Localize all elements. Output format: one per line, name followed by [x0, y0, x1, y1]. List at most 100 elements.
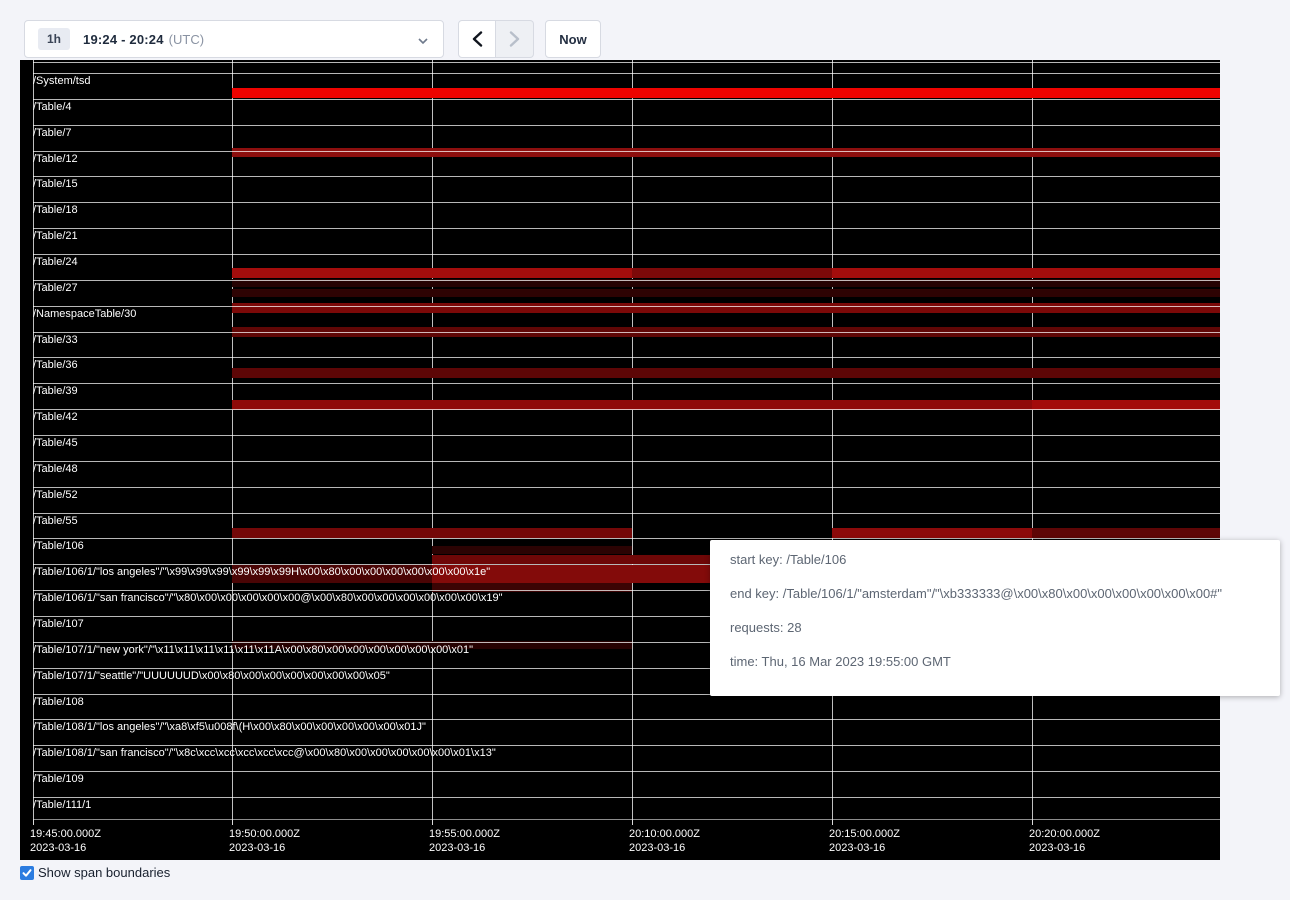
row-label: /Table/109	[33, 774, 84, 785]
axis-tick-mark	[832, 820, 833, 825]
span-boundary-line	[33, 332, 1220, 333]
heat-band[interactable]	[232, 148, 1220, 157]
show-span-boundaries-control: Show span boundaries	[20, 866, 170, 880]
span-boundary-line	[33, 99, 1220, 100]
chevron-left-icon	[472, 31, 483, 47]
axis-tick-label: 20:10:00.000Z2023-03-16	[629, 827, 700, 855]
span-boundary-line	[33, 745, 1220, 746]
row-label: /Table/12	[33, 154, 78, 165]
show-span-boundaries-checkbox[interactable]	[20, 866, 34, 880]
span-boundary-line	[33, 409, 1220, 410]
now-button[interactable]: Now	[545, 20, 601, 58]
heat-band[interactable]	[232, 528, 632, 538]
row-label: /Table/106	[33, 541, 84, 552]
row-label: /Table/55	[33, 516, 78, 527]
chevron-right-icon	[509, 31, 520, 47]
axis-tick-time: 19:50:00.000Z	[229, 827, 300, 841]
heat-band[interactable]	[232, 268, 632, 278]
time-grid-line	[432, 60, 433, 820]
duration-badge: 1h	[38, 28, 70, 50]
time-range-select[interactable]: 1h 19:24 - 20:24 (UTC)	[24, 20, 444, 58]
tooltip-start-key: start key: /Table/106	[730, 553, 1270, 567]
time-grid-line	[1032, 60, 1033, 820]
span-tooltip: start key: /Table/106 end key: /Table/10…	[710, 540, 1280, 696]
span-boundary-line	[33, 771, 1220, 772]
axis-tick-label: 20:20:00.000Z2023-03-16	[1029, 827, 1100, 855]
range-nav-group	[458, 20, 534, 58]
axis-tick-label: 20:15:00.000Z2023-03-16	[829, 827, 900, 855]
row-label: /NamespaceTable/30	[33, 309, 136, 320]
time-range-text: 19:24 - 20:24	[83, 32, 164, 47]
row-label: /Table/42	[33, 412, 78, 423]
heat-band[interactable]	[232, 88, 1220, 98]
span-boundary-line	[33, 254, 1220, 255]
span-boundary-line	[33, 125, 1220, 126]
time-grid-line	[832, 60, 833, 820]
prev-range-button[interactable]	[458, 20, 496, 58]
check-icon	[22, 868, 32, 878]
tooltip-end-key: end key: /Table/106/1/"amsterdam"/"\xb33…	[730, 587, 1270, 601]
heat-band[interactable]	[232, 289, 1220, 297]
heat-band[interactable]	[632, 268, 832, 278]
axis-tick-date: 2023-03-16	[629, 841, 700, 855]
heat-band[interactable]	[832, 268, 1220, 278]
span-boundary-line	[33, 435, 1220, 436]
axis-tick-date: 2023-03-16	[829, 841, 900, 855]
axis-tick-time: 19:45:00.000Z	[30, 827, 101, 841]
span-boundary-line	[33, 228, 1220, 229]
axis-tick-mark	[232, 820, 233, 825]
time-axis: 19:45:00.000Z2023-03-1619:50:00.000Z2023…	[20, 820, 1220, 860]
heat-band[interactable]	[232, 368, 1220, 378]
span-boundary-line	[33, 202, 1220, 203]
heat-band[interactable]	[832, 528, 1032, 538]
axis-tick-label: 19:45:00.000Z2023-03-16	[30, 827, 101, 855]
row-label: /Table/107	[33, 619, 84, 630]
row-label: /Table/108/1/"los angeles"/"\xa8\xf5\u00…	[33, 722, 426, 733]
row-label: /Table/45	[33, 438, 78, 449]
axis-tick-time: 20:20:00.000Z	[1029, 827, 1100, 841]
row-label: /Table/52	[33, 490, 78, 501]
row-label: /Table/106/1/"san francisco"/"\x80\x00\x…	[33, 593, 503, 604]
timezone-text: (UTC)	[169, 32, 204, 47]
axis-tick-mark	[1032, 820, 1033, 825]
span-boundary-line	[33, 383, 1220, 384]
row-label: /Table/106/1/"los angeles"/"\x99\x99\x99…	[33, 567, 490, 578]
axis-tick-time: 20:10:00.000Z	[629, 827, 700, 841]
row-label: /Table/39	[33, 386, 78, 397]
row-label: /Table/107/1/"seattle"/"UUUUUUD\x00\x80\…	[33, 671, 390, 682]
row-label: /Table/18	[33, 205, 78, 216]
row-label: /Table/4	[33, 102, 72, 113]
span-boundary-line	[33, 73, 1220, 74]
axis-tick-date: 2023-03-16	[429, 841, 500, 855]
heat-band[interactable]	[232, 303, 1220, 313]
row-label: /Table/7	[33, 128, 72, 139]
axis-tick-time: 19:55:00.000Z	[429, 827, 500, 841]
axis-tick-date: 2023-03-16	[229, 841, 300, 855]
next-range-button[interactable]	[496, 20, 534, 58]
time-grid-line	[232, 60, 233, 820]
axis-tick-mark	[632, 820, 633, 825]
heat-band[interactable]	[432, 546, 632, 554]
row-label: /Table/48	[33, 464, 78, 475]
heat-band[interactable]	[1032, 528, 1220, 538]
row-label: /Table/108	[33, 697, 84, 708]
span-boundary-line	[33, 280, 1220, 281]
row-label: /Table/108/1/"san francisco"/"\x8c\xcc\x…	[33, 748, 496, 759]
axis-tick-mark	[33, 820, 34, 825]
heatmap-area[interactable]: /System/tsd/Table/4/Table/7/Table/12/Tab…	[20, 60, 1220, 820]
row-label: /Table/15	[33, 179, 78, 190]
time-grid-line	[632, 60, 633, 820]
row-label: /Table/27	[33, 283, 78, 294]
span-boundary-line	[33, 461, 1220, 462]
row-label: /Table/36	[33, 360, 78, 371]
keyvisualizer-heatmap-canvas[interactable]: /System/tsd/Table/4/Table/7/Table/12/Tab…	[20, 60, 1220, 860]
row-label: /Table/107/1/"new york"/"\x11\x11\x11\x1…	[33, 645, 473, 656]
row-label: /Table/21	[33, 231, 78, 242]
axis-tick-date: 2023-03-16	[30, 841, 101, 855]
axis-tick-mark	[432, 820, 433, 825]
row-label: /System/tsd	[33, 76, 90, 87]
span-boundary-line	[33, 176, 1220, 177]
axis-tick-date: 2023-03-16	[1029, 841, 1100, 855]
tooltip-time: time: Thu, 16 Mar 2023 19:55:00 GMT	[730, 655, 1270, 669]
span-boundary-line	[33, 513, 1220, 514]
